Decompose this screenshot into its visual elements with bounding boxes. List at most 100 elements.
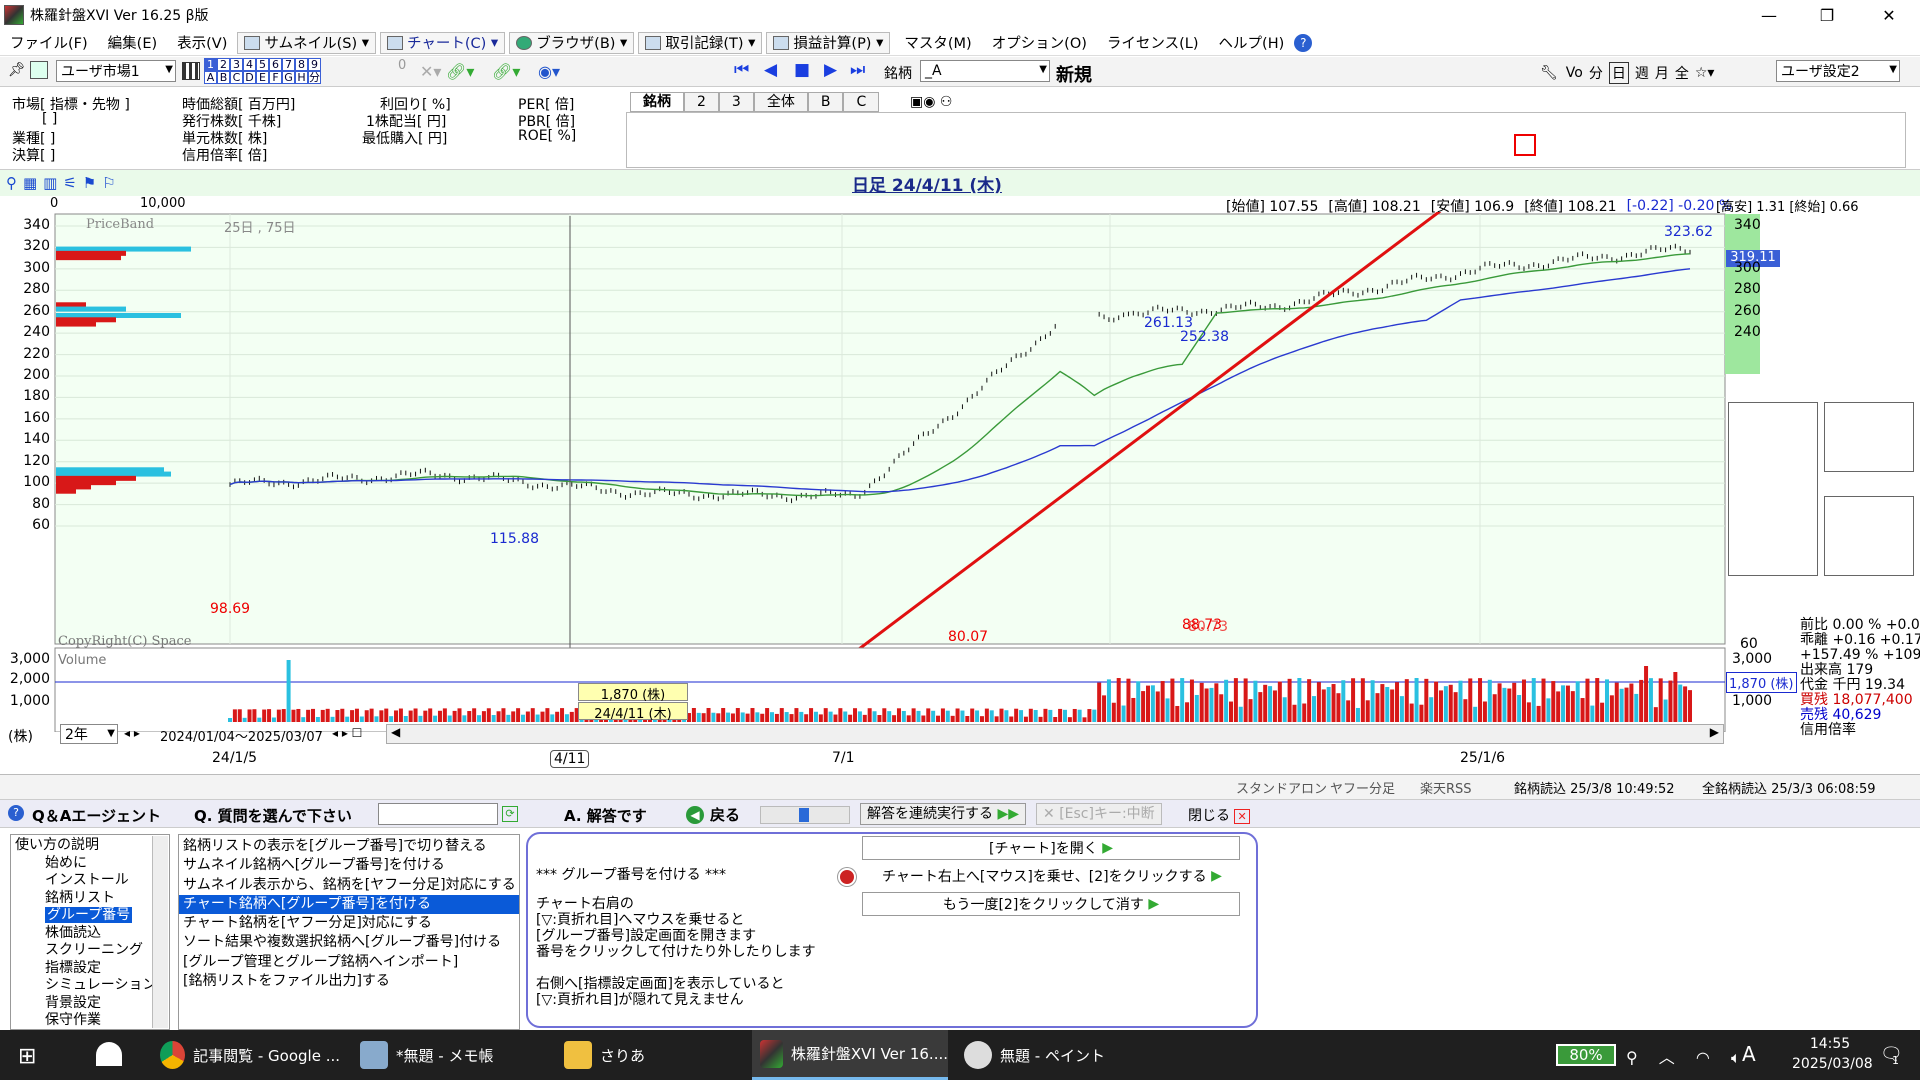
qa-close-button[interactable]: 閉じる ✕ xyxy=(1188,805,1250,825)
month-toggle[interactable]: 月 xyxy=(1655,63,1669,83)
menu-license[interactable]: ライセンス(L) xyxy=(1097,30,1209,56)
qa-search-input[interactable] xyxy=(378,803,498,825)
week-toggle[interactable]: 週 xyxy=(1635,63,1649,83)
group-num-5[interactable]: 5 xyxy=(256,58,269,71)
task-chrome[interactable]: 記事閲覧 - Google ... xyxy=(152,1030,340,1080)
step-click-again-button[interactable]: もう一度[2]をクリックして消す ▶ xyxy=(862,892,1240,916)
horizontal-scrollbar[interactable]: ◀ ▶ xyxy=(386,724,1724,744)
last-icon[interactable]: ⏭ xyxy=(850,60,865,80)
close-button[interactable]: ✕ xyxy=(1866,0,1912,30)
windows-start-icon[interactable]: ⊞ xyxy=(18,1044,36,1069)
tab-all[interactable]: 全体 xyxy=(753,92,808,112)
task-folder[interactable]: さりあ xyxy=(556,1030,736,1080)
menu-view[interactable]: 表示(V) xyxy=(167,30,237,56)
globe-icon[interactable]: ◉▾ xyxy=(538,62,560,81)
tree-item-price-load[interactable]: 株価読込 xyxy=(15,925,169,943)
group-num-1[interactable]: 1 xyxy=(204,58,217,71)
indicator-box-3[interactable] xyxy=(1824,496,1914,576)
home-icon[interactable] xyxy=(96,1042,122,1066)
group-num-8[interactable]: 8 xyxy=(295,58,308,71)
group-num-7[interactable]: 7 xyxy=(282,58,295,71)
menu-browser[interactable]: ブラウザ(B) ▾ xyxy=(509,31,635,54)
day-toggle[interactable]: 日 xyxy=(1608,62,1629,84)
next-icon[interactable]: ▶ xyxy=(824,60,837,80)
mark2-icon[interactable]: 🔗︎▾ xyxy=(492,62,520,81)
menu-file[interactable]: ファイル(F) xyxy=(0,30,98,56)
menu-edit[interactable]: 編集(E) xyxy=(98,30,167,56)
question-item-3[interactable]: サムネイル表示から、銘柄を[ヤフー分足]対応にする xyxy=(179,876,519,895)
battery-indicator[interactable]: 80% xyxy=(1556,1044,1616,1066)
task-kabu-rashinban[interactable]: 株羅針盤XVI Ver 16.... xyxy=(752,1030,948,1080)
tree-item-indicator[interactable]: 指標設定 xyxy=(15,960,169,978)
group-letter-b[interactable]: B xyxy=(217,71,230,84)
task-notepad[interactable]: *無題 - メモ帳 xyxy=(352,1030,532,1080)
qa-run-button[interactable]: 解答を連続実行する ▶▶ xyxy=(860,803,1026,825)
tab-b[interactable]: B xyxy=(807,92,844,112)
minute-toggle[interactable]: 分 xyxy=(1589,63,1603,83)
question-item-5[interactable]: チャート銘柄を[ヤフー分足]対応にする xyxy=(179,914,519,933)
scroll-left-icon[interactable]: ◀ xyxy=(391,725,400,739)
group-letter-e[interactable]: E xyxy=(256,71,269,84)
tree-item-start[interactable]: 始めに xyxy=(15,855,169,873)
group-num-9[interactable]: 9 xyxy=(308,58,321,71)
tray-icons[interactable]: ⚲ ︿ ◠ 🔈︎ xyxy=(1626,1044,1749,1068)
chart-tools-icons[interactable]: ⚲▦▥⚟⚑⚐ xyxy=(6,174,122,192)
first-icon[interactable]: ⏮ xyxy=(734,60,749,80)
binoculars-icon[interactable]: ▣◉ ⚇ xyxy=(910,94,952,110)
all-toggle[interactable]: 全 xyxy=(1675,63,1689,83)
memo-area[interactable] xyxy=(626,112,1906,168)
group-letter-d[interactable]: D xyxy=(243,71,256,84)
group-num-3[interactable]: 3 xyxy=(230,58,243,71)
market-select[interactable]: ユーザ市場1 ▼ xyxy=(56,60,176,82)
clock-date[interactable]: 2025/03/08 xyxy=(1792,1056,1873,1072)
menu-thumbnail[interactable]: サムネイル(S) ▾ xyxy=(237,31,376,54)
minimize-button[interactable]: — xyxy=(1746,0,1792,30)
ime-indicator[interactable]: A xyxy=(1742,1042,1756,1066)
menu-pnl[interactable]: 損益計算(P) ▾ xyxy=(766,31,891,54)
vo-toggle[interactable]: Vo xyxy=(1566,65,1583,81)
tree-item-background[interactable]: 背景設定 xyxy=(15,995,169,1013)
prev-icon[interactable]: ◀ xyxy=(764,60,777,80)
chart-svg[interactable] xyxy=(0,212,1920,732)
tab-2[interactable]: 2 xyxy=(684,92,719,112)
indicator-box-1[interactable] xyxy=(1728,402,1818,576)
stock-select[interactable]: _A ▼ xyxy=(920,60,1050,82)
stop-icon[interactable]: ■ xyxy=(794,60,810,80)
clock-time[interactable]: 14:55 xyxy=(1792,1036,1868,1052)
tab-c[interactable]: C xyxy=(843,92,880,112)
tree-item-group[interactable]: グループ番号 xyxy=(45,907,133,923)
group-num-4[interactable]: 4 xyxy=(243,58,256,71)
tree-item-simulation[interactable]: シミュレーション xyxy=(15,977,169,995)
menu-trade[interactable]: 取引記録(T) ▾ xyxy=(638,31,763,54)
add-stock-icon[interactable] xyxy=(30,61,48,79)
group-num-6[interactable]: 6 xyxy=(269,58,282,71)
step-mouse-hover[interactable]: チャート右上へ[マウス]を乗せ、[2]をクリックする ▶ xyxy=(882,866,1222,886)
clear-icon[interactable]: ✕▾ xyxy=(420,62,441,81)
menu-master[interactable]: マスタ(M) xyxy=(894,30,981,56)
group-num-0[interactable]: 0 xyxy=(398,58,406,73)
question-item-8[interactable]: [銘柄リストをファイル出力]する xyxy=(179,972,519,991)
tab-3[interactable]: 3 xyxy=(718,92,754,112)
group-letter-f[interactable]: F xyxy=(269,71,282,84)
tree-root[interactable]: 使い方の説明 xyxy=(15,837,169,855)
tab-stock[interactable]: 銘柄 xyxy=(630,92,684,112)
group-letter-g[interactable]: G xyxy=(282,71,295,84)
tree-item-screening[interactable]: スクリーニング xyxy=(15,942,169,960)
menu-help[interactable]: ヘルプ(H) xyxy=(1209,30,1295,56)
period-select[interactable]: 2年 ▼ xyxy=(60,724,118,744)
group-letter-a[interactable]: A xyxy=(204,71,217,84)
pin-icon[interactable]: 📌︎ xyxy=(8,62,26,78)
question-item-6[interactable]: ソート結果や複数選択銘柄へ[グループ番号]付ける xyxy=(179,933,519,952)
tree-item-install[interactable]: インストール xyxy=(15,872,169,890)
period-next-icons[interactable]: ◂ ▸ ☐ xyxy=(332,726,362,740)
menu-chart[interactable]: チャート(C) ▾ xyxy=(380,31,506,54)
question-item-1[interactable]: 銘柄リストの表示を[グループ番号]で切り替える xyxy=(179,837,519,856)
qa-stop-button[interactable]: ✕ [Esc]キー:中断 xyxy=(1036,803,1162,825)
tree-scrollbar[interactable] xyxy=(152,836,168,1028)
indicator-box-2[interactable] xyxy=(1824,402,1914,472)
grid-icon[interactable] xyxy=(182,62,200,80)
qa-refresh-icon[interactable]: ⟳ xyxy=(502,806,518,822)
scroll-right-icon[interactable]: ▶ xyxy=(1710,725,1719,739)
step-open-chart-button[interactable]: [チャート]を開く ▶ xyxy=(862,836,1240,860)
task-paint[interactable]: 無題 - ペイント xyxy=(956,1030,1144,1080)
